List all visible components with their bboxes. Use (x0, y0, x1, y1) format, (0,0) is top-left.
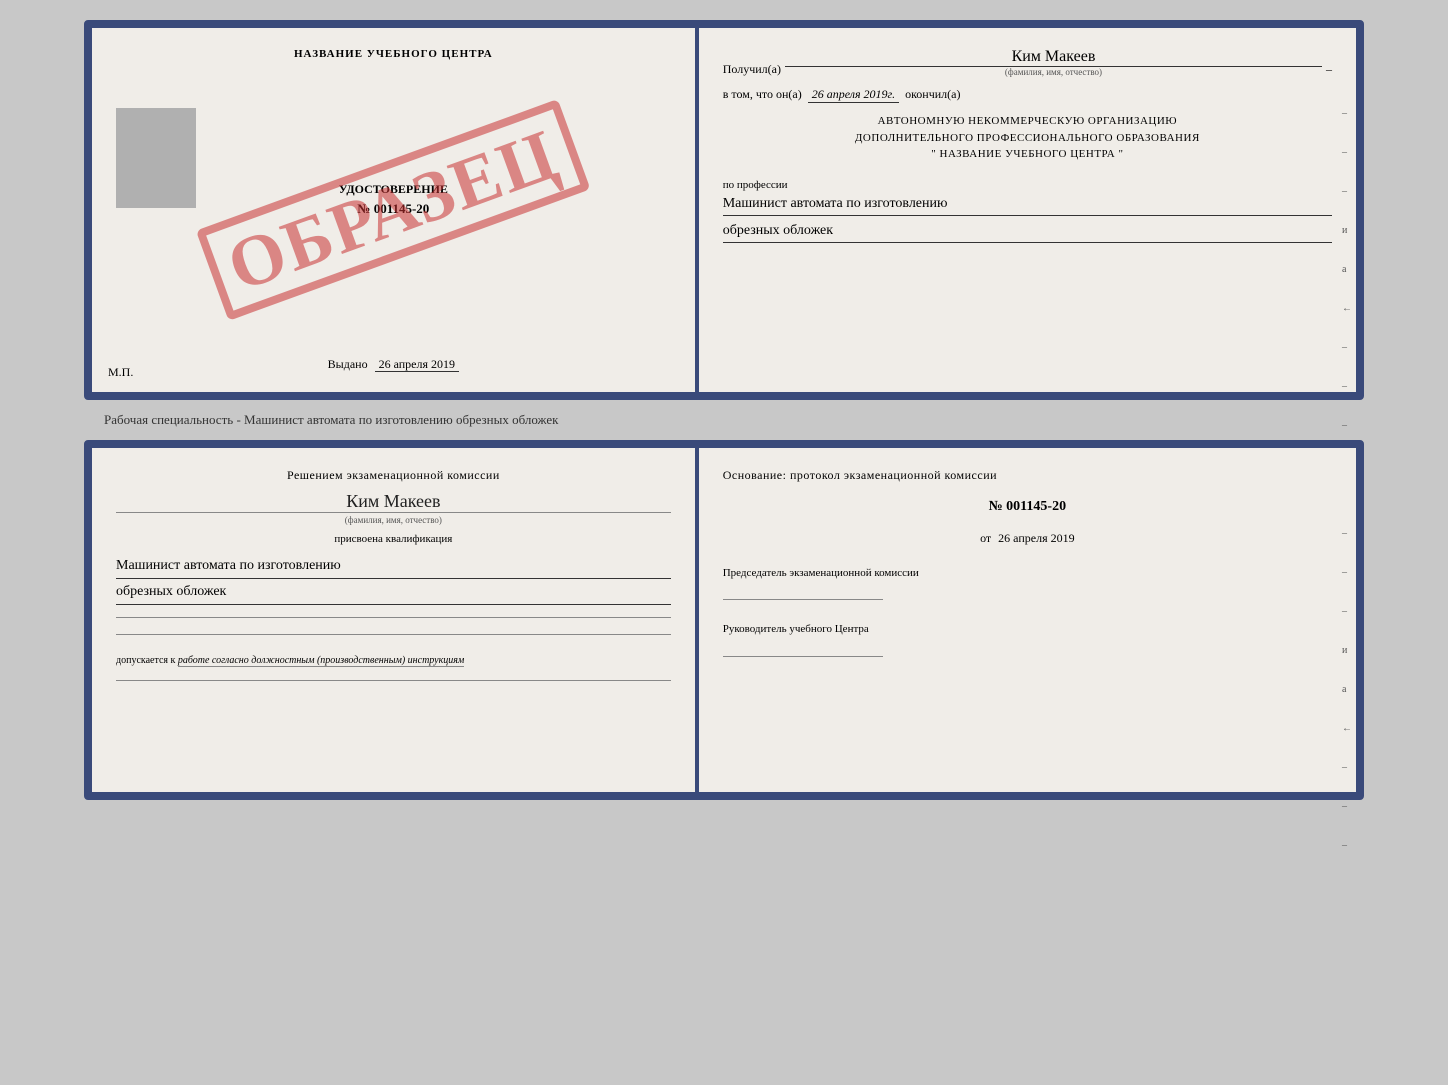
org-block: АВТОНОМНУЮ НЕКОММЕРЧЕСКУЮ ОРГАНИЗАЦИЮ ДО… (723, 113, 1332, 163)
qualification-block: Машинист автомата по изготовлению обрезн… (116, 553, 671, 605)
date-value: 26 апреля 2019г. (808, 87, 899, 103)
caption: Рабочая специальность - Машинист автомат… (20, 412, 558, 428)
date-prefix: от (980, 531, 991, 545)
fio-hint: (фамилия, имя, отчество) (1005, 67, 1102, 77)
org-line2: ДОПОЛНИТЕЛЬНОГО ПРОФЕССИОНАЛЬНОГО ОБРАЗО… (723, 130, 1332, 147)
issue-date-line: Выдано 26 апреля 2019 (328, 357, 459, 372)
top-right-page: Получил(а) Ким Макеев (фамилия, имя, отч… (699, 28, 1356, 392)
profession-line2: обрезных обложек (723, 220, 1332, 243)
cert-number: № 001145-20 (339, 201, 448, 217)
received-label: Получил(а) (723, 62, 781, 77)
side-marks: – – – и а ← – – – (1342, 108, 1352, 431)
head-sign-line (723, 656, 883, 657)
allowed-prefix: допускается к (116, 655, 175, 666)
finished-label: окончил(а) (905, 87, 960, 102)
head-label: Руководитель учебного Центра (723, 622, 1332, 637)
received-block: Получил(а) Ким Макеев (фамилия, имя, отч… (723, 48, 1332, 77)
mp-label: М.П. (108, 365, 133, 380)
org-line1: АВТОНОМНУЮ НЕКОММЕРЧЕСКУЮ ОРГАНИЗАЦИЮ (723, 113, 1332, 130)
top-left-page: НАЗВАНИЕ УЧЕБНОГО ЦЕНТРА УДОСТОВЕРЕНИЕ №… (92, 28, 699, 392)
dash1: – (1326, 62, 1332, 77)
bottom-left-page: Решением экзаменационной комиссии Ким Ма… (92, 448, 699, 792)
chairman-label: Председатель экзаменационной комиссии (723, 566, 1332, 581)
profession-block: по профессии Машинист автомата по изгото… (723, 179, 1332, 248)
bottom-certificate: Решением экзаменационной комиссии Ким Ма… (84, 440, 1364, 800)
basis-title: Основание: протокол экзаменационной коми… (723, 468, 1332, 483)
top-certificate: НАЗВАНИЕ УЧЕБНОГО ЦЕНТРА УДОСТОВЕРЕНИЕ №… (84, 20, 1364, 400)
chairman-sign-line (723, 599, 883, 600)
bottom-side-marks: – – – и а ← – – – (1342, 528, 1352, 851)
decision-title: Решением экзаменационной комиссии (116, 468, 671, 483)
qualification-line1: Машинист автомата по изготовлению (116, 553, 671, 579)
received-name: Ким Макеев (785, 48, 1322, 67)
photo-placeholder (116, 108, 196, 208)
protocol-number: № 001145-20 (723, 499, 1332, 515)
allowed-block: допускается к работе согласно должностны… (116, 655, 671, 666)
allowed-italic: работе согласно должностным (производств… (178, 655, 464, 667)
date-value: 26 апреля 2019 (998, 531, 1074, 545)
person-name: Ким Макеев (116, 491, 671, 512)
bottom-right-page: Основание: протокол экзаменационной коми… (699, 448, 1356, 792)
date-prefix: в том, что он(а) (723, 87, 802, 102)
org-line3: " НАЗВАНИЕ УЧЕБНОГО ЦЕНТРА " (723, 146, 1332, 163)
cert-type: УДОСТОВЕРЕНИЕ (339, 182, 448, 197)
qualification-label: присвоена квалификация (116, 533, 671, 545)
protocol-date: от 26 апреля 2019 (723, 531, 1332, 546)
qualification-line2: обрезных обложек (116, 579, 671, 605)
person-block: Ким Макеев (фамилия, имя, отчество) (116, 491, 671, 525)
profession-label: по профессии (723, 179, 1332, 191)
top-school-name: НАЗВАНИЕ УЧЕБНОГО ЦЕНТРА (294, 48, 493, 60)
date-block: в том, что он(а) 26 апреля 2019г. окончи… (723, 87, 1332, 103)
fio-label: (фамилия, имя, отчество) (116, 512, 671, 525)
profession-line1: Машинист автомата по изготовлению (723, 193, 1332, 216)
